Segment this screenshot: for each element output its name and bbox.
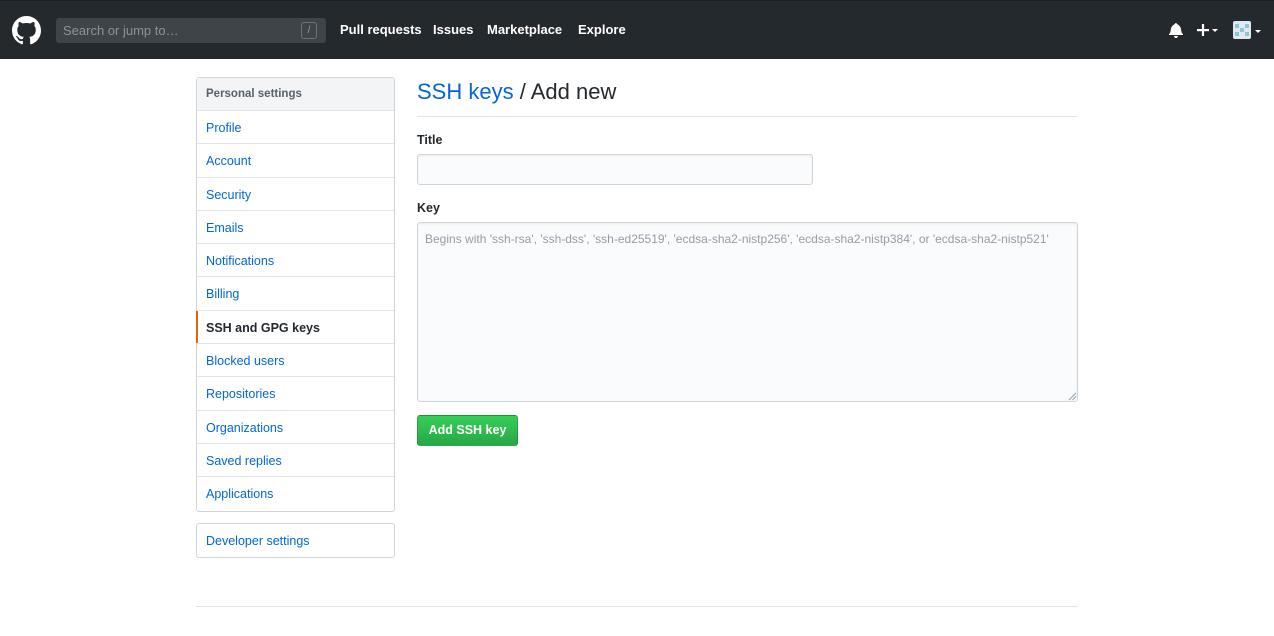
sidebar-item-security[interactable]: Security [197, 178, 394, 211]
search-shortcut-hint: / [301, 22, 317, 39]
caret-down-icon [1255, 30, 1261, 33]
sidebar-heading: Personal settings [197, 78, 394, 111]
title-input[interactable] [417, 154, 813, 185]
sidebar-item-developer-settings[interactable]: Developer settings [197, 524, 394, 557]
key-textarea[interactable] [417, 222, 1078, 402]
sidebar-item-applications[interactable]: Applications [197, 477, 394, 510]
sidebar-item-billing[interactable]: Billing [197, 277, 394, 311]
sidebar-item-account[interactable]: Account [197, 144, 394, 178]
resize-handle-icon[interactable] [1068, 392, 1077, 401]
page-title: SSH keys / Add new [417, 76, 1077, 117]
nav-pull-requests[interactable]: Pull requests [340, 22, 422, 37]
sidebar-item-emails[interactable]: Emails [197, 211, 394, 245]
github-logo-icon[interactable] [12, 16, 41, 45]
nav-issues[interactable]: Issues [433, 22, 473, 37]
sidebar-item-profile[interactable]: Profile [197, 111, 394, 145]
search-box[interactable]: / [56, 18, 326, 43]
create-new-dropdown[interactable] [1195, 20, 1221, 40]
site-header: / Pull requests Issues Marketplace Explo… [0, 0, 1274, 59]
caret-down-icon [1212, 29, 1218, 32]
settings-sidebar: Personal settings Profile Account Securi… [196, 77, 395, 512]
sidebar-item-organizations[interactable]: Organizations [197, 411, 394, 444]
developer-settings-menu: Developer settings [196, 523, 395, 558]
bell-icon[interactable] [1169, 22, 1183, 38]
search-input[interactable] [56, 18, 296, 43]
nav-marketplace[interactable]: Marketplace [487, 22, 562, 37]
sidebar-item-notifications[interactable]: Notifications [197, 244, 394, 278]
sidebar-item-saved-replies[interactable]: Saved replies [197, 444, 394, 478]
breadcrumb-current: / Add new [513, 79, 617, 104]
avatar-identicon [1233, 21, 1261, 39]
sidebar-item-blocked-users[interactable]: Blocked users [197, 344, 394, 378]
breadcrumb-ssh-keys-link[interactable]: SSH keys [417, 79, 514, 104]
footer-divider [196, 606, 1078, 607]
key-label: Key [417, 201, 440, 215]
sidebar-item-repositories[interactable]: Repositories [197, 377, 394, 411]
add-ssh-key-button[interactable]: Add SSH key [417, 415, 518, 446]
user-menu-dropdown[interactable] [1233, 21, 1263, 41]
plus-icon [1197, 24, 1218, 36]
nav-explore[interactable]: Explore [578, 22, 626, 37]
sidebar-item-ssh-gpg-keys[interactable]: SSH and GPG keys [196, 310, 394, 345]
title-label: Title [417, 133, 443, 147]
